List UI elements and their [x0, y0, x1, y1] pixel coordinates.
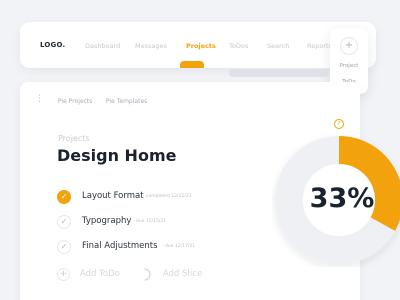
top-nav-bar: LOGO. Dashboard Messages Projects ToDos …	[20, 22, 376, 68]
plus-icon: +	[57, 268, 70, 281]
task-meta: - due 12/17/21	[162, 244, 196, 249]
secondary-tab-bar	[229, 69, 329, 77]
task-name: Final Adjustments	[82, 241, 158, 251]
check-icon[interactable]: ✓	[57, 240, 71, 254]
add-slice-label: Add Slice	[163, 269, 203, 279]
task-name: Layout Format	[82, 191, 144, 201]
plus-icon[interactable]: +	[340, 37, 358, 55]
nav-item-projects[interactable]: Projects	[186, 42, 216, 50]
breadcrumb-pie-projects[interactable]: Pie Projects	[58, 98, 92, 105]
task-meta: - completed 12/11/21	[143, 194, 192, 199]
breadcrumb-pie-templates[interactable]: Pie Templates	[106, 98, 147, 105]
active-nav-indicator	[180, 61, 204, 68]
section-label: Projects	[58, 134, 90, 143]
logo[interactable]: LOGO.	[40, 41, 65, 49]
page-title: Design Home	[57, 146, 177, 165]
progress-percent: 33%	[309, 183, 375, 214]
add-todo-label: Add ToDo	[80, 269, 120, 279]
help-icon[interactable]: ?	[334, 119, 344, 129]
slice-icon	[144, 268, 151, 281]
dropdown-item-project[interactable]: Project	[330, 63, 368, 69]
nav-item-todos[interactable]: ToDos	[229, 42, 248, 50]
nav-item-messages[interactable]: Messages	[135, 42, 167, 50]
task-name: Typography	[82, 216, 132, 226]
nav-item-reports[interactable]: Reports	[307, 42, 332, 50]
menu-icon[interactable]: ⋮	[35, 95, 44, 109]
nav-item-search[interactable]: Search	[267, 42, 289, 50]
nav-item-dashboard[interactable]: Dashboard	[85, 42, 120, 50]
check-icon[interactable]: ✓	[57, 190, 71, 204]
task-meta: - due 12/15/21	[133, 219, 167, 224]
check-icon[interactable]: ✓	[57, 215, 71, 229]
